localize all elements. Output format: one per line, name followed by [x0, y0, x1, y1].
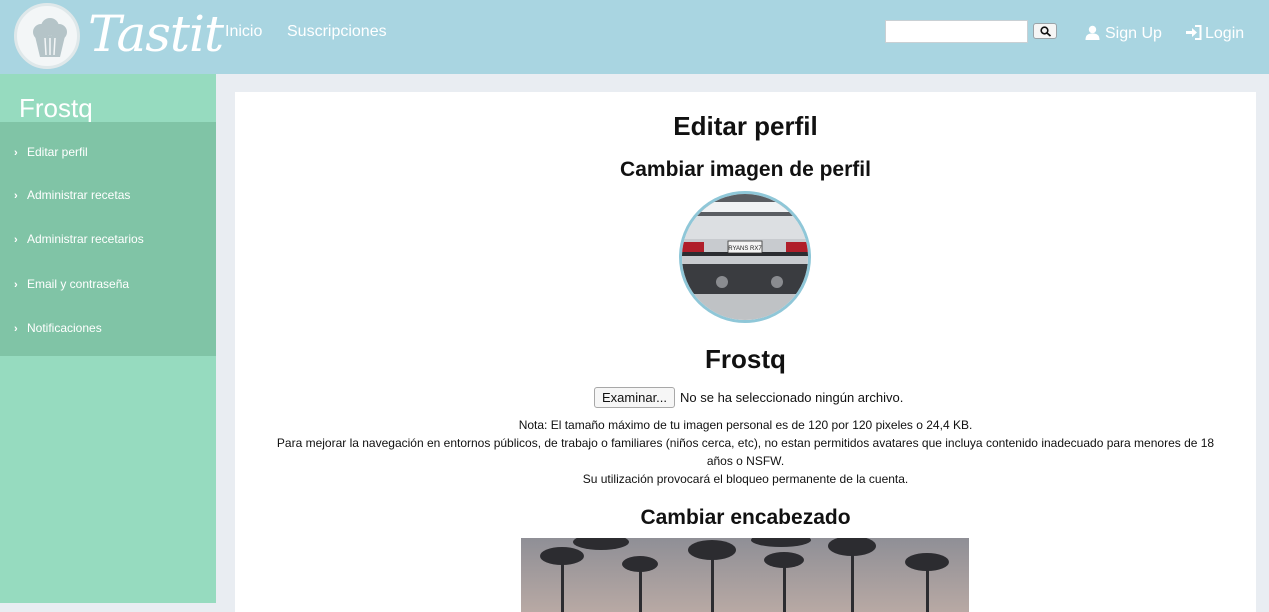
sidebar-item-notificaciones[interactable]: › Notificaciones — [14, 320, 102, 337]
sidebar-item-administrar-recetarios[interactable]: › Administrar recetarios — [14, 231, 144, 248]
signup-link[interactable]: Sign Up — [1085, 24, 1162, 44]
header-image — [521, 538, 969, 612]
brand-logo-text[interactable]: Tastit — [88, 4, 224, 64]
sidebar-item-label: Editar perfil — [27, 145, 88, 159]
profile-username: Frostq — [705, 344, 786, 374]
page-title: Editar perfil — [673, 111, 818, 141]
search-input[interactable] — [885, 20, 1028, 43]
user-icon — [1085, 25, 1100, 40]
avatar-section-title: Cambiar imagen de perfil — [620, 158, 871, 181]
note-line: años o NSFW. — [706, 454, 785, 468]
note-line: Nota: El tamaño máximo de tu imagen pers… — [518, 418, 973, 432]
nav-link-inicio[interactable]: Inicio — [225, 22, 262, 42]
cupcake-logo-icon[interactable] — [14, 3, 80, 69]
chevron-right-icon: › — [14, 147, 18, 159]
profile-avatar: RYANS RX7 — [679, 191, 811, 323]
sidebar-item-administrar-recetas[interactable]: › Administrar recetas — [14, 187, 130, 204]
profile-sidebar: Frostq › Editar perfil › Administrar recet… — [0, 74, 216, 603]
car-photo-image: RYANS RX7 — [682, 194, 808, 320]
chevron-right-icon: › — [14, 279, 18, 291]
login-icon — [1186, 25, 1202, 40]
nav-link-suscripciones[interactable]: Suscripciones — [287, 22, 387, 42]
search-icon — [1040, 26, 1052, 37]
chevron-right-icon: › — [14, 234, 18, 246]
sidebar-item-editar-perfil[interactable]: › Editar perfil — [14, 144, 88, 161]
sidebar-item-label: Notificaciones — [27, 321, 102, 335]
file-status-text: No se ha seleccionado ningún archivo. — [680, 390, 904, 405]
chevron-right-icon: › — [14, 323, 18, 335]
search-button[interactable] — [1033, 23, 1057, 39]
edit-profile-panel: Editar perfil Cambiar imagen de perfil R… — [235, 92, 1256, 612]
note-line: Para mejorar la navegación en entornos p… — [276, 436, 1215, 450]
login-label: Login — [1205, 25, 1245, 42]
chevron-right-icon: › — [14, 190, 18, 202]
sidebar-username: Frostq — [19, 93, 93, 123]
signup-label: Sign Up — [1105, 25, 1162, 42]
top-navbar: Tastit Inicio Suscripciones Sign Up Logi… — [0, 0, 1269, 74]
login-link[interactable]: Login — [1185, 24, 1244, 44]
file-browse-button[interactable]: Examinar... — [594, 387, 675, 408]
sidebar-item-email-contrasena[interactable]: › Email y contraseña — [14, 276, 129, 293]
header-section-title: Cambiar encabezado — [640, 506, 851, 529]
sidebar-item-label: Administrar recetas — [27, 188, 131, 202]
sidebar-item-label: Administrar recetarios — [27, 232, 144, 246]
note-line: Su utilización provocará el bloqueo perm… — [582, 472, 909, 486]
sidebar-menu: › Editar perfil › Administrar recetas › Adm… — [0, 122, 216, 356]
sidebar-item-label: Email y contraseña — [27, 277, 130, 291]
license-plate-text: RYANS RX7 — [728, 246, 762, 252]
